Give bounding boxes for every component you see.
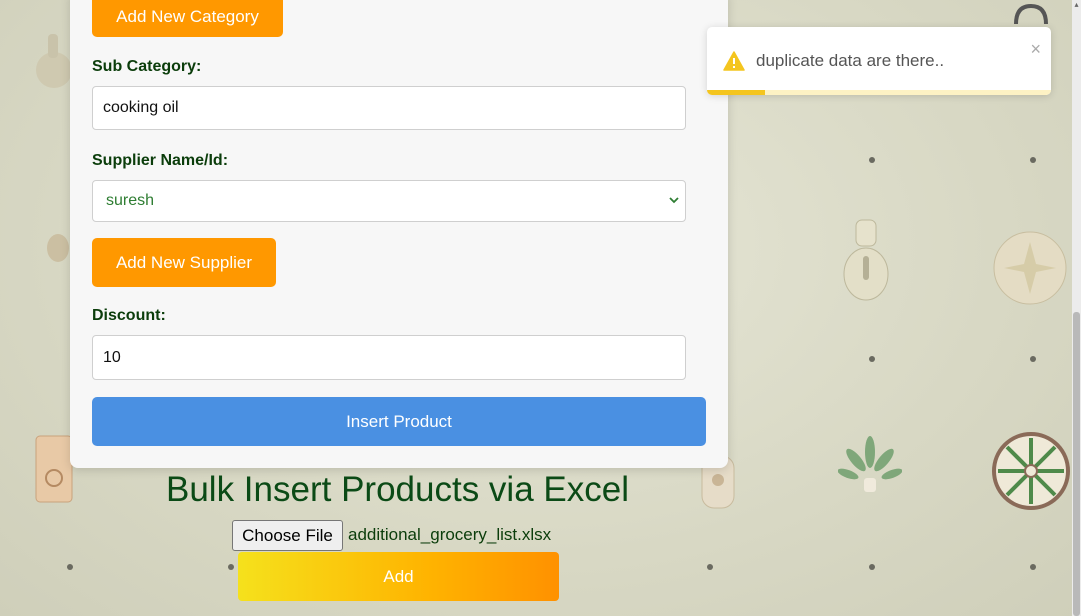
peg xyxy=(1030,564,1036,570)
peg xyxy=(869,356,875,362)
selected-file-name: additional_grocery_list.xlsx xyxy=(348,525,552,544)
jar-decoration xyxy=(843,219,889,301)
supplier-selected-value: suresh xyxy=(106,192,155,209)
insert-product-button[interactable]: Insert Product xyxy=(92,397,706,446)
warning-toast: duplicate data are there.. × xyxy=(707,27,1051,95)
spoon-decoration xyxy=(47,234,69,262)
peg xyxy=(869,157,875,163)
discount-label: Discount: xyxy=(92,307,166,324)
scroll-up-icon[interactable]: ▴ xyxy=(1072,0,1081,14)
bulk-insert-title: Bulk Insert Products via Excel xyxy=(166,470,629,509)
peg xyxy=(707,564,713,570)
hook-decoration xyxy=(36,34,72,88)
wheel-decoration xyxy=(992,432,1070,510)
peg xyxy=(1030,157,1036,163)
page-scrollbar[interactable]: ▴ xyxy=(1072,0,1081,616)
peg xyxy=(228,564,234,570)
flower-decoration xyxy=(993,231,1067,305)
peg xyxy=(869,564,875,570)
supplier-select[interactable]: suresh xyxy=(92,180,686,222)
bulk-add-button[interactable]: Add xyxy=(238,552,559,601)
chevron-down-icon xyxy=(669,197,679,204)
toast-progress-track xyxy=(707,90,1051,95)
discount-value: 10 xyxy=(103,348,121,366)
product-form-card: Add New Category Sub Category: cooking o… xyxy=(70,0,728,468)
peg xyxy=(67,564,73,570)
choose-file-button[interactable]: Choose File xyxy=(232,520,343,551)
discount-input[interactable]: 10 xyxy=(92,335,686,380)
sub-category-input[interactable]: cooking oil xyxy=(92,86,686,130)
toast-progress-bar xyxy=(707,90,766,95)
warning-icon xyxy=(723,51,745,71)
close-icon[interactable]: × xyxy=(1030,39,1041,60)
peg xyxy=(1030,356,1036,362)
sub-category-value: cooking oil xyxy=(103,99,179,116)
scrollbar-thumb[interactable] xyxy=(1073,312,1080,616)
toast-message: duplicate data are there.. xyxy=(756,51,945,70)
plant-decoration xyxy=(838,436,902,492)
add-new-supplier-button[interactable]: Add New Supplier xyxy=(92,238,276,287)
add-new-category-button[interactable]: Add New Category xyxy=(92,0,283,37)
supplier-label: Supplier Name/Id: xyxy=(92,152,229,169)
sub-category-label: Sub Category: xyxy=(92,58,202,75)
